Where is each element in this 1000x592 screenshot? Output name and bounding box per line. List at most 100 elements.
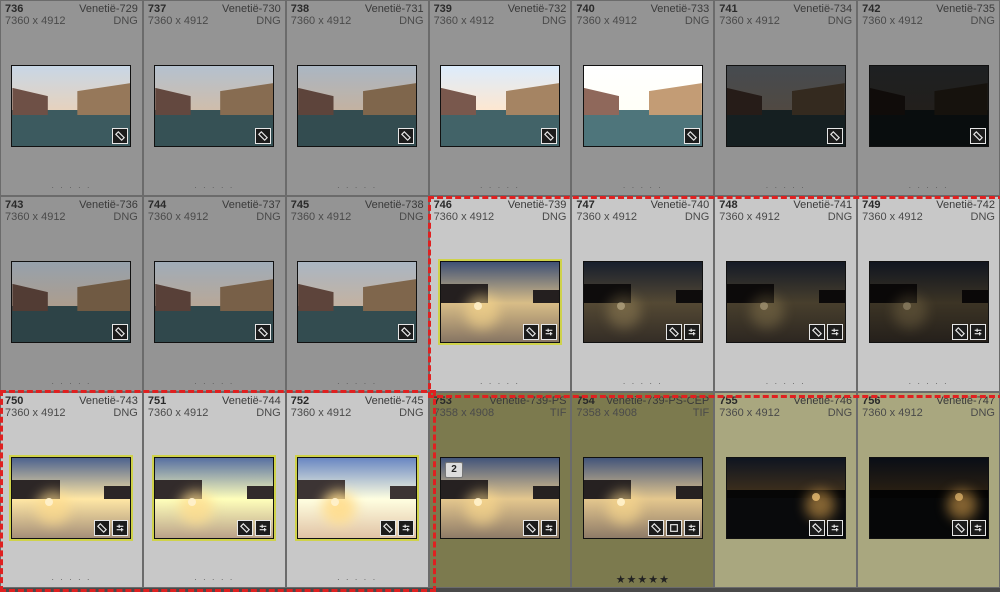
thumbnail-cell[interactable]: 756 Venetië-747 7360 x 4912 DNG xyxy=(857,392,1000,588)
thumbnail-image[interactable] xyxy=(583,261,703,343)
thumbnail-image[interactable] xyxy=(154,261,274,343)
tag-badge-icon[interactable] xyxy=(684,128,700,144)
adj-badge-icon[interactable] xyxy=(970,324,986,340)
thumbnail-image[interactable] xyxy=(11,261,131,343)
adj-badge-icon[interactable] xyxy=(255,520,271,536)
thumbnail-image[interactable] xyxy=(154,65,274,147)
rating-dots[interactable]: · · · · · xyxy=(572,375,713,391)
adj-badge-icon[interactable] xyxy=(398,520,414,536)
thumbnail-image[interactable] xyxy=(583,65,703,147)
thumbnail-image[interactable] xyxy=(11,457,131,539)
rating-dots[interactable]: · · · · · xyxy=(287,571,428,587)
image-dimensions: 7360 x 4912 xyxy=(719,15,780,27)
adj-badge-icon[interactable] xyxy=(112,520,128,536)
crop-badge-icon[interactable] xyxy=(666,520,682,536)
rating-dots[interactable]: · · · · · xyxy=(1,571,142,587)
thumbnail-cell[interactable]: 747 Venetië-740 7360 x 4912 DNG · · · · … xyxy=(571,196,714,392)
tag-badge-icon[interactable] xyxy=(970,128,986,144)
adj-badge-icon[interactable] xyxy=(827,324,843,340)
image-index: 747 xyxy=(576,199,594,211)
rating-dots[interactable]: · · · · · xyxy=(858,375,999,391)
rating-dots[interactable]: · · · · · xyxy=(1,375,142,391)
rating-dots[interactable]: · · · · · xyxy=(858,179,999,195)
adj-badge-icon[interactable] xyxy=(541,324,557,340)
thumbnail-image[interactable] xyxy=(869,261,989,343)
tag-badge-icon[interactable] xyxy=(255,128,271,144)
thumbnail-image[interactable] xyxy=(440,65,560,147)
tag-badge-icon[interactable] xyxy=(112,128,128,144)
thumbnail-cell[interactable]: 736 Venetië-729 7360 x 4912 DNG · · · · … xyxy=(0,0,143,196)
thumbnail-image[interactable] xyxy=(726,457,846,539)
thumbnail-image[interactable] xyxy=(440,261,560,343)
tag-badge-icon[interactable] xyxy=(541,128,557,144)
thumbnail-cell[interactable]: 744 Venetië-737 7360 x 4912 DNG · · · · … xyxy=(143,196,286,392)
adj-badge-icon[interactable] xyxy=(970,520,986,536)
thumbnail-cell[interactable]: 739 Venetië-732 7360 x 4912 DNG · · · · … xyxy=(429,0,572,196)
rating-dots[interactable]: · · · · · xyxy=(144,571,285,587)
adj-badge-icon[interactable] xyxy=(827,520,843,536)
thumbnail-cell[interactable]: 742 Venetië-735 7360 x 4912 DNG · · · · … xyxy=(857,0,1000,196)
adj-badge-icon[interactable] xyxy=(684,324,700,340)
tag-badge-icon[interactable] xyxy=(380,520,396,536)
thumbnail-cell[interactable]: 752 Venetië-745 7360 x 4912 DNG · · · · … xyxy=(286,392,429,588)
tag-badge-icon[interactable] xyxy=(398,128,414,144)
rating-dots[interactable]: · · · · · xyxy=(144,375,285,391)
tag-badge-icon[interactable] xyxy=(666,324,682,340)
thumbnail-cell[interactable]: 750 Venetië-743 7360 x 4912 DNG · · · · … xyxy=(0,392,143,588)
rating-dots[interactable]: · · · · · xyxy=(430,179,571,195)
thumbnail-image[interactable] xyxy=(869,65,989,147)
rating-stars[interactable]: ★★★★★ xyxy=(572,571,713,587)
tag-badge-icon[interactable] xyxy=(398,324,414,340)
thumbnail-image[interactable] xyxy=(297,457,417,539)
rating-dots[interactable]: · · · · · xyxy=(430,375,571,391)
thumbnail-cell[interactable]: 740 Venetië-733 7360 x 4912 DNG · · · · … xyxy=(571,0,714,196)
thumbnail-cell[interactable]: 745 Venetië-738 7360 x 4912 DNG · · · · … xyxy=(286,196,429,392)
rating-dots[interactable]: · · · · · xyxy=(572,179,713,195)
tag-badge-icon[interactable] xyxy=(952,520,968,536)
thumbnail-image[interactable]: 2 xyxy=(440,457,560,539)
thumbnail-cell[interactable]: 746 Venetië-739 7360 x 4912 DNG · · · · … xyxy=(429,196,572,392)
image-filename: Venetië-730 xyxy=(222,3,281,15)
adj-badge-icon[interactable] xyxy=(541,520,557,536)
tag-badge-icon[interactable] xyxy=(255,324,271,340)
thumbnail-image[interactable] xyxy=(726,65,846,147)
thumbnail-cell[interactable]: 738 Venetië-731 7360 x 4912 DNG · · · · … xyxy=(286,0,429,196)
tag-badge-icon[interactable] xyxy=(112,324,128,340)
thumbnail-image[interactable] xyxy=(11,65,131,147)
badge-row xyxy=(380,520,414,536)
tag-badge-icon[interactable] xyxy=(237,520,253,536)
rating-dots[interactable]: · · · · · xyxy=(715,179,856,195)
thumbnail-image[interactable] xyxy=(583,457,703,539)
tag-badge-icon[interactable] xyxy=(952,324,968,340)
thumbnail-cell[interactable]: 748 Venetië-741 7360 x 4912 DNG · · · · … xyxy=(714,196,857,392)
thumbnail-cell[interactable]: 743 Venetië-736 7360 x 4912 DNG · · · · … xyxy=(0,196,143,392)
thumbnail-wrapper xyxy=(287,224,428,375)
thumbnail-cell[interactable]: 749 Venetië-742 7360 x 4912 DNG · · · · … xyxy=(857,196,1000,392)
rating-dots[interactable]: · · · · · xyxy=(287,179,428,195)
thumbnail-cell[interactable]: 751 Venetië-744 7360 x 4912 DNG · · · · … xyxy=(143,392,286,588)
tag-badge-icon[interactable] xyxy=(523,324,539,340)
badge-row xyxy=(237,520,271,536)
thumbnail-image[interactable] xyxy=(297,261,417,343)
tag-badge-icon[interactable] xyxy=(809,520,825,536)
thumbnail-image[interactable] xyxy=(154,457,274,539)
thumbnail-cell[interactable]: 741 Venetië-734 7360 x 4912 DNG · · · · … xyxy=(714,0,857,196)
thumbnail-image[interactable] xyxy=(869,457,989,539)
thumbnail-cell[interactable]: 753 Venetië-739-PS 7358 x 4908 TIF 2 xyxy=(429,392,572,588)
rating-dots[interactable]: · · · · · xyxy=(144,179,285,195)
rating-dots[interactable]: · · · · · xyxy=(287,375,428,391)
tag-badge-icon[interactable] xyxy=(648,520,664,536)
rating-dots[interactable]: · · · · · xyxy=(715,375,856,391)
tag-badge-icon[interactable] xyxy=(94,520,110,536)
tag-badge-icon[interactable] xyxy=(827,128,843,144)
thumbnail-cell[interactable]: 754 Venetië-739-PS-CEP 7358 x 4908 TIF ★… xyxy=(571,392,714,588)
thumbnail-image[interactable] xyxy=(297,65,417,147)
thumbnail-image[interactable] xyxy=(726,261,846,343)
adj-badge-icon[interactable] xyxy=(684,520,700,536)
thumbnail-cell[interactable]: 737 Venetië-730 7360 x 4912 DNG · · · · … xyxy=(143,0,286,196)
stack-count-badge[interactable]: 2 xyxy=(445,462,463,478)
tag-badge-icon[interactable] xyxy=(523,520,539,536)
rating-dots[interactable]: · · · · · xyxy=(1,179,142,195)
thumbnail-cell[interactable]: 755 Venetië-746 7360 x 4912 DNG xyxy=(714,392,857,588)
tag-badge-icon[interactable] xyxy=(809,324,825,340)
